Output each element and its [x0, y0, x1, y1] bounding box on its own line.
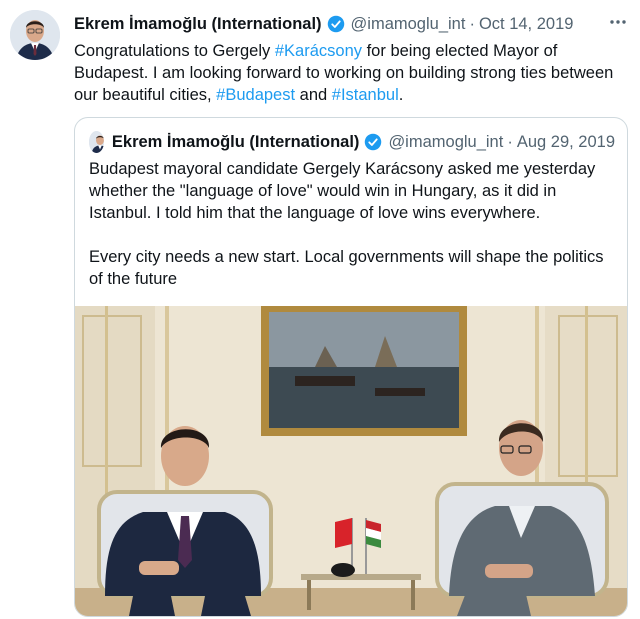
hashtag-karacsony[interactable]: #Karácsony — [275, 42, 362, 60]
tweet-date[interactable]: Oct 14, 2019 — [479, 15, 573, 34]
verified-badge-icon — [364, 133, 382, 151]
quoted-tweet-date: Aug 29, 2019 — [516, 132, 615, 151]
separator-dot: · — [507, 132, 513, 151]
quoted-paragraph: Every city needs a new start. Local gove… — [89, 248, 604, 288]
quoted-author-handle: @imamoglu_int — [388, 132, 504, 151]
more-horizontal-icon[interactable] — [606, 14, 630, 30]
quoted-tweet-text: Budapest mayoral candidate Gergely Karác… — [89, 158, 619, 290]
tweet-text-part: Congratulations to Gergely — [74, 42, 275, 60]
author-handle[interactable]: @imamoglu_int — [351, 15, 466, 34]
tweet-text-part: and — [295, 86, 332, 104]
tweet-text: Congratulations to Gergely #Karácsony fo… — [74, 40, 626, 106]
author-avatar[interactable] — [10, 10, 60, 60]
author-name[interactable]: Ekrem İmamoğlu (International) — [74, 15, 322, 34]
quoted-tweet[interactable]: Ekrem İmamoğlu (International) @imamoglu… — [74, 117, 628, 617]
tweet-photo[interactable] — [75, 306, 627, 616]
hashtag-budapest[interactable]: #Budapest — [216, 86, 295, 104]
quoted-author-avatar — [89, 131, 104, 153]
tweet-text-part: . — [398, 86, 404, 104]
tweet-header: Ekrem İmamoğlu (International) @imamoglu… — [74, 12, 628, 36]
quoted-author-name: Ekrem İmamoğlu (International) — [111, 132, 360, 151]
quoted-paragraph: Budapest mayoral candidate Gergely Karác… — [89, 160, 596, 222]
separator-dot: · — [469, 14, 475, 33]
quoted-tweet-header: Ekrem İmamoğlu (International) @imamoglu… — [89, 130, 615, 154]
hashtag-istanbul[interactable]: #Istanbul — [332, 86, 399, 104]
verified-badge-icon — [327, 15, 345, 33]
